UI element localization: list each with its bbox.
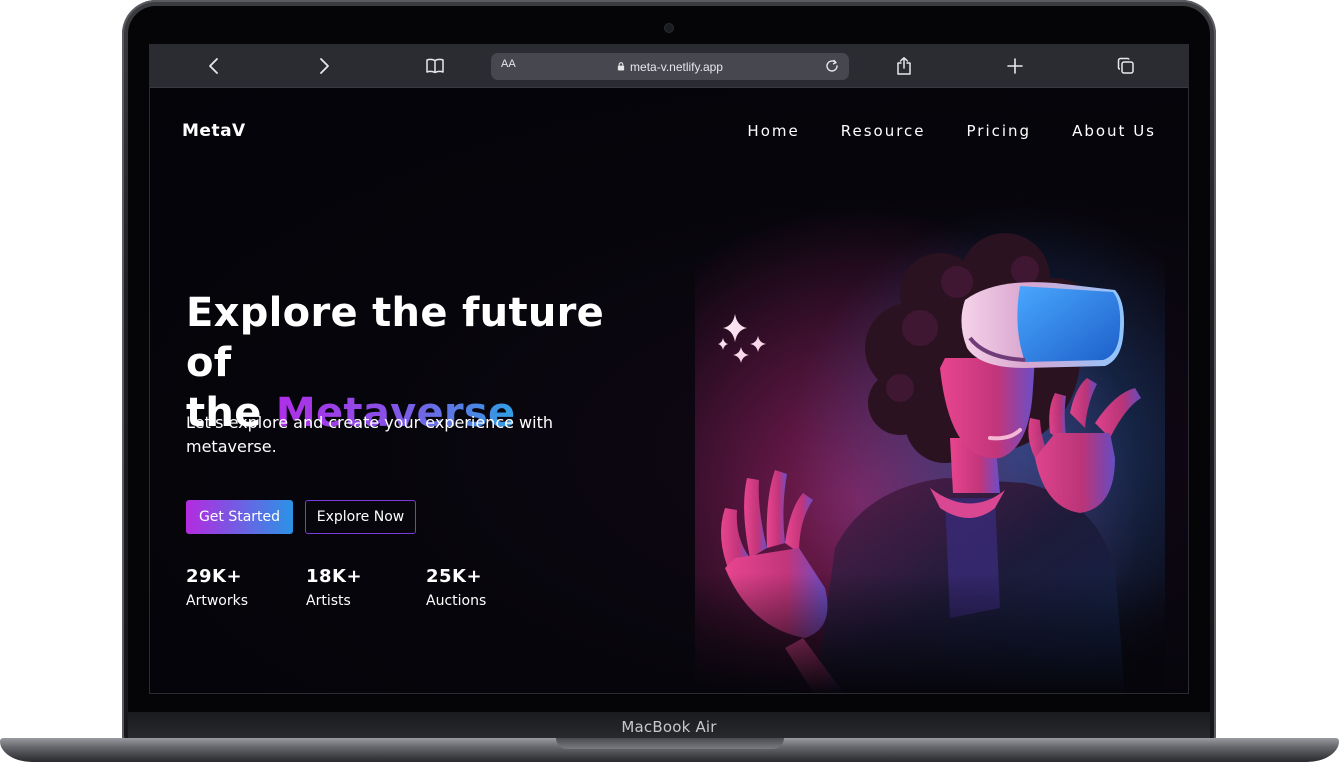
get-started-button[interactable]: Get Started [186, 500, 293, 534]
stat-label: Auctions [426, 593, 487, 609]
stat-value: 25K+ [426, 566, 483, 587]
hero-subtitle: Let's explore and create your experience… [186, 413, 553, 456]
laptop-mockup: AA meta-v.netlify.app MetaV Home Resourc… [0, 0, 1339, 769]
book-icon[interactable] [423, 54, 447, 78]
chevron-right-icon[interactable] [312, 54, 336, 78]
stats-row: 29K+ Artworks 18K+ Artists 25K+ Auctions [186, 566, 546, 609]
tabs-icon[interactable] [1114, 54, 1138, 78]
share-icon[interactable] [892, 54, 916, 78]
stat-value: 18K+ [306, 566, 363, 587]
camera-icon [665, 24, 673, 32]
vr-person-image [695, 208, 1165, 693]
website: MetaV Home Resource Pricing About Us Exp… [150, 88, 1188, 693]
stat-value: 29K+ [186, 566, 243, 587]
nav-pricing[interactable]: Pricing [967, 122, 1032, 140]
browser-toolbar: AA meta-v.netlify.app [150, 45, 1188, 88]
reload-icon[interactable] [824, 58, 840, 74]
nav-about-us[interactable]: About Us [1072, 122, 1156, 140]
device-label: MacBook Air [621, 718, 717, 736]
stat-label: Artworks [186, 593, 248, 609]
chevron-left-icon[interactable] [202, 54, 226, 78]
main-nav: Home Resource Pricing About Us [747, 122, 1156, 140]
nav-home[interactable]: Home [747, 122, 799, 140]
laptop-notch [556, 738, 784, 749]
stat-artworks: 29K+ Artworks [186, 566, 306, 609]
site-logo[interactable]: MetaV [182, 121, 246, 141]
hero-title-line1: Explore the future of [186, 290, 605, 386]
address-bar[interactable]: AA meta-v.netlify.app [491, 53, 849, 80]
screen: AA meta-v.netlify.app MetaV Home Resourc… [149, 44, 1189, 694]
plus-icon[interactable] [1003, 54, 1027, 78]
stat-label: Artists [306, 593, 351, 609]
lock-icon [617, 62, 625, 71]
nav-resource[interactable]: Resource [841, 122, 926, 140]
stat-artists: 18K+ Artists [306, 566, 426, 609]
explore-now-button[interactable]: Explore Now [305, 500, 416, 534]
stat-auctions: 25K+ Auctions [426, 566, 546, 609]
text-size-button[interactable]: AA [501, 58, 516, 70]
url-text: meta-v.netlify.app [630, 59, 723, 74]
